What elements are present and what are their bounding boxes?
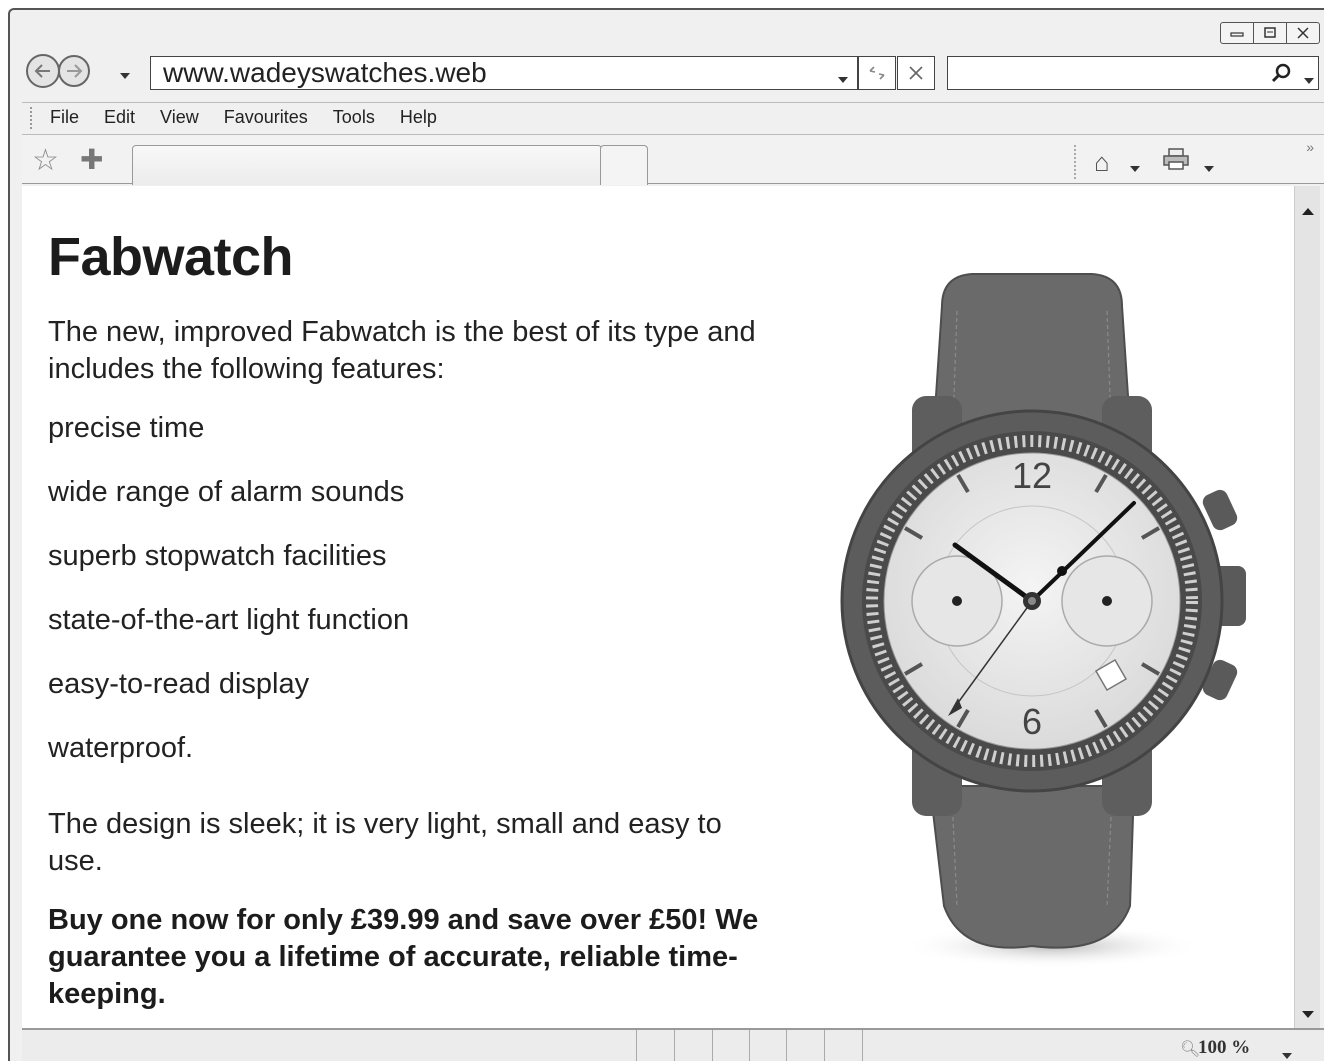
browser-window: www.wadeyswatches.web File Edit View Fav… [8, 8, 1324, 1061]
search-input[interactable] [947, 56, 1319, 90]
star-icon[interactable]: ☆ [32, 143, 59, 178]
maximize-icon [1264, 27, 1276, 38]
address-bar[interactable]: www.wadeyswatches.web [150, 56, 858, 90]
add-favorite-icon[interactable]: ✚ [80, 143, 103, 176]
feature-item: waterproof. [48, 732, 194, 764]
status-bar: 🔍︎ 100 % [22, 1028, 1324, 1061]
intro-text: The new, improved Fabwatch is the best o… [48, 316, 756, 385]
forward-arrow-icon [67, 64, 83, 78]
new-tab-button[interactable] [600, 145, 648, 185]
status-divider [824, 1030, 825, 1061]
window-controls [1220, 22, 1320, 44]
refresh-icon [869, 66, 885, 80]
stop-button[interactable] [897, 56, 935, 90]
forward-button[interactable] [58, 55, 90, 87]
chevron-down-icon [1304, 78, 1314, 84]
feature-item: precise time [48, 412, 205, 444]
chevron-down-icon [120, 73, 130, 79]
menu-tools[interactable]: Tools [333, 107, 375, 128]
menu-favourites[interactable]: Favourites [224, 107, 308, 128]
close-button[interactable] [1286, 22, 1320, 44]
zoom-dropdown[interactable] [1282, 1046, 1292, 1061]
address-row: www.wadeyswatches.web [10, 50, 1324, 96]
maximize-button[interactable] [1253, 22, 1287, 44]
search-dropdown[interactable] [1304, 71, 1314, 89]
feature-item: easy-to-read display [48, 668, 310, 700]
status-divider [749, 1030, 750, 1061]
page-title: Fabwatch [48, 227, 294, 287]
status-divider [712, 1030, 713, 1061]
menu-help[interactable]: Help [400, 107, 437, 128]
chevron-down-icon [838, 77, 848, 83]
menu-edit[interactable]: Edit [104, 107, 135, 128]
scroll-up-icon[interactable] [1302, 208, 1314, 215]
feature-item: superb stopwatch facilities [48, 540, 387, 572]
chevron-down-icon [1282, 1053, 1292, 1059]
page-content: Fabwatch The new, improved Fabwatch is t… [22, 186, 1294, 1028]
search-button[interactable] [1270, 63, 1292, 88]
title-bar [10, 10, 1324, 52]
scroll-down-icon[interactable] [1302, 1011, 1314, 1018]
status-divider [674, 1030, 675, 1061]
vertical-scrollbar[interactable] [1294, 186, 1320, 1028]
offer-text: Buy one now for only £39.99 and save ove… [48, 904, 759, 1010]
back-arrow-icon [34, 64, 50, 78]
chevron-down-icon [1204, 166, 1214, 172]
history-dropdown[interactable] [120, 66, 130, 84]
status-divider [636, 1030, 637, 1061]
svg-text:12: 12 [1012, 455, 1052, 496]
minimize-icon [1230, 32, 1244, 37]
svg-text:6: 6 [1022, 701, 1042, 742]
feature-item: state-of-the-art light function [48, 604, 410, 636]
refresh-button[interactable] [858, 56, 896, 90]
menu-bar: File Edit View Favourites Tools Help [22, 102, 1324, 132]
printer-shape [1163, 148, 1189, 170]
favorites-bar: ☆ ✚ ⌂ » [22, 134, 1324, 185]
stop-icon [909, 66, 923, 80]
home-dropdown[interactable] [1130, 159, 1140, 177]
toolbar-grip [30, 107, 33, 129]
print-icon[interactable] [1162, 147, 1190, 178]
search-icon [1271, 63, 1291, 83]
chevron-down-icon [1130, 166, 1140, 172]
menu-view[interactable]: View [160, 107, 199, 128]
toolbar-overflow-icon[interactable]: » [1306, 139, 1314, 155]
home-icon[interactable]: ⌂ [1094, 147, 1110, 178]
back-button[interactable] [26, 54, 60, 88]
feature-item: wide range of alarm sounds [48, 476, 405, 508]
status-divider [862, 1030, 863, 1061]
print-dropdown[interactable] [1204, 159, 1214, 177]
watch-image: 12 6 [840, 273, 1246, 968]
close-icon [1297, 27, 1309, 39]
tab-current[interactable] [132, 145, 602, 185]
toolbar-grip [1074, 145, 1076, 179]
minimize-button[interactable] [1220, 22, 1254, 44]
menu-file[interactable]: File [50, 107, 79, 128]
zoom-level[interactable]: 100 % [1198, 1037, 1250, 1059]
design-text: The design is sleek; it is very light, s… [48, 808, 722, 877]
address-dropdown[interactable] [838, 70, 848, 88]
status-divider [786, 1030, 787, 1061]
